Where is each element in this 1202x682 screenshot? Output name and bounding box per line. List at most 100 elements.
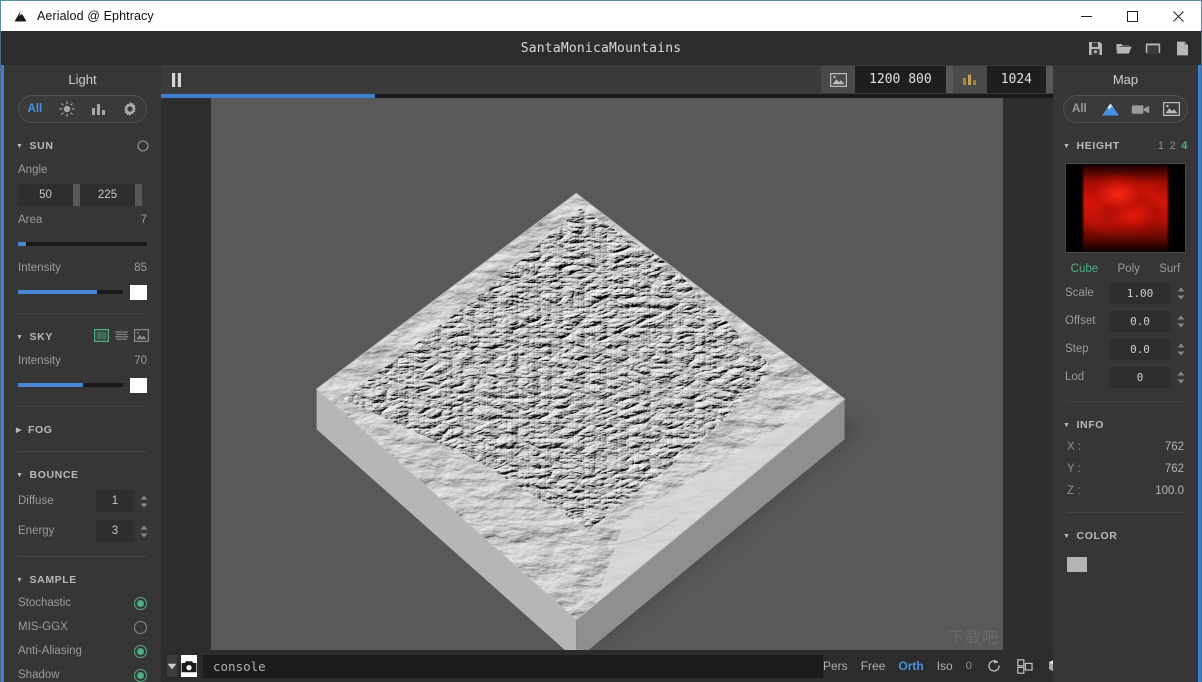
- height-offset-label: Offset: [1065, 315, 1109, 327]
- light-panel: Light All ▼ SUN Angle 50: [1, 65, 161, 682]
- sun-section-header[interactable]: ▼ SUN: [4, 135, 161, 157]
- radio-icon[interactable]: [134, 597, 147, 610]
- projection-free[interactable]: Free: [861, 659, 886, 673]
- bounce-energy-field[interactable]: 3: [96, 520, 134, 542]
- sample-option-stochastic[interactable]: Stochastic: [4, 591, 161, 615]
- image-icon[interactable]: [1156, 96, 1187, 122]
- sun-color-swatch[interactable]: [130, 285, 147, 300]
- heightmap-preview[interactable]: [1065, 163, 1186, 253]
- video-camera-icon[interactable]: [1126, 96, 1157, 122]
- render-toolbar: 1200 800 1024: [161, 65, 1053, 94]
- bounce-energy-stepper[interactable]: [137, 525, 151, 538]
- radio-icon[interactable]: [134, 645, 147, 658]
- gear-icon[interactable]: [114, 96, 146, 122]
- solid-color-icon[interactable]: [94, 329, 109, 345]
- divider: [1067, 512, 1184, 513]
- height-level-4[interactable]: 4: [1181, 140, 1188, 152]
- sky-intensity-row: Intensity 70: [4, 348, 161, 374]
- chevron-down-icon[interactable]: [167, 655, 177, 677]
- fog-section-header[interactable]: ▶ FOG: [4, 419, 161, 441]
- height-step-field[interactable]: 0.0: [1109, 339, 1171, 360]
- document-title: SantaMonicaMountains: [1, 41, 1201, 56]
- sample-option-label: Shadow: [18, 669, 60, 681]
- sky-color-swatch[interactable]: [130, 378, 147, 393]
- projection-pers[interactable]: Pers: [823, 659, 848, 673]
- pause-icon[interactable]: [161, 65, 191, 94]
- divider: [18, 313, 147, 314]
- sun-area-slider[interactable]: [18, 242, 147, 246]
- resolution-grip[interactable]: [946, 66, 953, 93]
- maximize-icon[interactable]: [1109, 1, 1155, 32]
- bounce-section-header[interactable]: ▼ BOUNCE: [4, 464, 161, 486]
- height-section-header[interactable]: ▼ HEIGHT 1 2 4: [1053, 135, 1198, 157]
- sample-option-mis-ggx[interactable]: MIS-GGX: [4, 615, 161, 639]
- sun-angle-b-grip[interactable]: [135, 184, 142, 206]
- bounce-diffuse-field[interactable]: 1: [96, 490, 134, 512]
- height-mode-poly[interactable]: Poly: [1118, 263, 1140, 275]
- fog-section-label: FOG: [28, 424, 53, 436]
- sun-angle-a-field[interactable]: 50: [18, 184, 73, 206]
- light-seg-all[interactable]: All: [19, 96, 51, 122]
- viewport-3d[interactable]: 下载吧: [211, 98, 1003, 650]
- chevron-down-icon: ▼: [1063, 143, 1071, 150]
- close-icon[interactable]: [1155, 1, 1201, 32]
- color-section-header[interactable]: ▼ COLOR: [1053, 525, 1198, 547]
- image-icon[interactable]: [821, 66, 855, 93]
- map-seg-all[interactable]: All: [1064, 96, 1095, 122]
- sky-section-header[interactable]: ▼ SKY: [4, 326, 161, 348]
- info-row-x: X : 762: [1053, 436, 1198, 458]
- height-lod-stepper[interactable]: [1174, 371, 1188, 384]
- sample-option-anti-aliasing[interactable]: Anti-Aliasing: [4, 639, 161, 663]
- projection-orth[interactable]: Orth: [898, 659, 923, 673]
- bounce-diffuse-stepper[interactable]: [137, 495, 151, 508]
- sky-intensity-label: Intensity: [18, 355, 61, 367]
- sample-option-shadow[interactable]: Shadow: [4, 663, 161, 682]
- height-offset-field[interactable]: 0.0: [1109, 311, 1171, 332]
- samples-field[interactable]: 1024: [987, 66, 1046, 93]
- mountain-icon[interactable]: [1095, 96, 1126, 122]
- sample-section-header[interactable]: ▼ SAMPLE: [4, 569, 161, 591]
- color-swatch[interactable]: [1067, 557, 1087, 572]
- info-value-z: 100.0: [1155, 485, 1184, 497]
- chevron-right-icon: ▶: [16, 426, 22, 434]
- bar-chart-icon[interactable]: [83, 96, 115, 122]
- info-section-header[interactable]: ▼ INFO: [1053, 414, 1198, 436]
- sun-icon[interactable]: [51, 96, 83, 122]
- open-folder-icon[interactable]: [1111, 35, 1137, 61]
- height-step-stepper[interactable]: [1174, 343, 1188, 356]
- height-scale-stepper[interactable]: [1174, 287, 1188, 300]
- camera-icon[interactable]: [181, 655, 197, 677]
- resolution-field[interactable]: 1200 800: [855, 66, 946, 93]
- map-panel: Map All ▼ HEIGHT 1 2 4: [1053, 65, 1201, 682]
- sun-toggle[interactable]: [137, 140, 149, 152]
- camera-angle-value[interactable]: 0: [966, 660, 972, 672]
- gradient-icon[interactable]: [114, 329, 129, 345]
- height-level-1[interactable]: 1: [1158, 140, 1165, 152]
- sun-angle-b-field[interactable]: 225: [80, 184, 135, 206]
- radio-icon[interactable]: [134, 621, 147, 634]
- grid-icon[interactable]: [1016, 657, 1034, 675]
- height-scale-field[interactable]: 1.00: [1109, 283, 1171, 304]
- folder-icon[interactable]: [1140, 35, 1166, 61]
- height-lod-field[interactable]: 0: [1109, 367, 1171, 388]
- new-file-icon[interactable]: [1169, 35, 1195, 61]
- height-mode-cube[interactable]: Cube: [1071, 263, 1099, 275]
- sun-angle-a-grip[interactable]: [73, 184, 80, 206]
- sky-intensity-slider[interactable]: [18, 383, 123, 387]
- sun-area-label: Area: [18, 214, 42, 226]
- height-level-2[interactable]: 2: [1170, 140, 1177, 152]
- height-mode-surf[interactable]: Surf: [1159, 263, 1180, 275]
- save-icon[interactable]: [1082, 35, 1108, 61]
- rotate-icon[interactable]: [985, 657, 1003, 675]
- projection-iso[interactable]: Iso: [937, 659, 953, 673]
- image-icon[interactable]: [134, 329, 149, 345]
- radio-icon[interactable]: [134, 669, 147, 682]
- samples-grip[interactable]: [1046, 66, 1053, 93]
- minimize-icon[interactable]: [1063, 1, 1109, 32]
- height-offset-stepper[interactable]: [1174, 315, 1188, 328]
- sun-intensity-slider[interactable]: [18, 290, 123, 294]
- bar-chart-icon[interactable]: [953, 66, 987, 93]
- height-levels: 1 2 4: [1158, 140, 1188, 152]
- console-input[interactable]: console: [203, 655, 823, 678]
- color-section-label: COLOR: [1077, 530, 1118, 542]
